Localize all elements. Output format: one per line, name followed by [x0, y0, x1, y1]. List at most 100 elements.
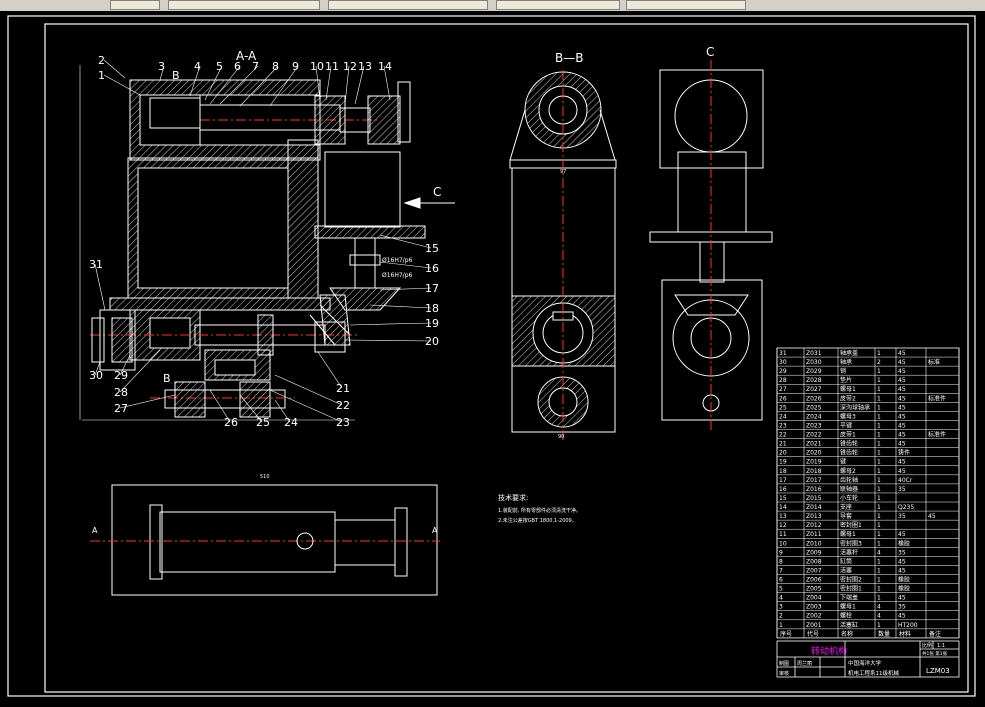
- bom-cell: Z028: [806, 377, 822, 384]
- drawn-by-label: 制图: [779, 660, 789, 667]
- bom-cell: 螺母1: [840, 385, 856, 393]
- mark-a-right: A: [432, 526, 438, 535]
- bom-cell: 26: [779, 395, 787, 402]
- bom-cell: 活塞缸: [840, 621, 858, 629]
- cad-drawing-canvas[interactable]: A-A C B B 12 3 4 5 6 7 8 9 10 11 12 13 1…: [0, 11, 985, 707]
- callout-number: 12: [343, 60, 357, 73]
- bom-cell: Z024: [806, 413, 822, 420]
- document-tab-4[interactable]: [626, 0, 746, 10]
- bom-cell: 40Cr: [898, 477, 913, 484]
- callout-number: 27: [114, 402, 128, 415]
- bom-cell: 1: [877, 368, 881, 375]
- bom-cell: 锥齿轮: [840, 449, 858, 457]
- bom-cell: 24: [779, 413, 787, 420]
- bom-cell: Z029: [806, 368, 822, 375]
- bom-cell: 15: [779, 495, 787, 502]
- callout-number: 16: [425, 262, 439, 275]
- bom-cell: 螺母2: [840, 467, 856, 475]
- tech-req-title: 技术要求:: [498, 493, 528, 502]
- dim-bb-bottom: 90: [558, 434, 564, 440]
- bom-cell: 10: [779, 540, 787, 547]
- bom-cell: 平键: [840, 421, 852, 429]
- bom-cell: 35: [898, 604, 906, 611]
- bom-cell: 18: [779, 468, 787, 475]
- bom-cell: Z013: [806, 513, 822, 520]
- callout-number: 31: [89, 258, 103, 271]
- bom-cell: 3: [779, 604, 783, 611]
- bom-cell: 1: [877, 432, 881, 439]
- bom-cell: 45: [898, 422, 906, 429]
- review-label: 审核: [779, 670, 789, 677]
- bom-cell: 密封圈3: [840, 539, 862, 547]
- bom-cell: 2: [877, 359, 881, 366]
- bom-cell: Z008: [806, 558, 822, 565]
- application-taskbar: [0, 0, 985, 11]
- bom-cell: 橡胶: [898, 585, 910, 593]
- school-line-2: 机电工程系11级机械: [848, 669, 899, 677]
- bom-cell: Q235: [898, 504, 914, 511]
- bom-cell: 11: [779, 531, 787, 538]
- bom-cell: 4: [779, 595, 783, 602]
- bom-cell: 28: [779, 377, 787, 384]
- bom-cell: 标准件: [928, 431, 946, 439]
- bom-cell: 45: [898, 386, 906, 393]
- bom-cell: 45: [898, 558, 906, 565]
- document-tab-3[interactable]: [496, 0, 620, 10]
- bom-cell: 45: [898, 350, 906, 357]
- bom-cell: 缸筒: [840, 557, 852, 565]
- sheet-count: 共1张 第1张: [922, 650, 948, 657]
- bom-cell: 轴承: [840, 358, 852, 366]
- bom-cell: 20: [779, 450, 787, 457]
- bom-cell: 35: [898, 549, 906, 556]
- ratio-label: 比例: [922, 642, 932, 649]
- bom-cell: Z027: [806, 386, 822, 393]
- bom-cell: 45: [898, 567, 906, 574]
- bom-cell: 轴承盖: [840, 349, 858, 357]
- bom-cell: 8: [779, 558, 783, 565]
- ratio-value: 1:1: [937, 643, 945, 649]
- bom-cell: 4: [877, 604, 881, 611]
- bom-cell: 45: [898, 359, 906, 366]
- bom-cell: 21: [779, 441, 787, 448]
- bom-cell: 橡胶: [898, 539, 910, 547]
- toolbar-icons[interactable]: [110, 0, 160, 10]
- bom-cell: 1: [877, 468, 881, 475]
- bom-cell: 螺栓: [840, 612, 852, 620]
- bom-cell: 1: [877, 486, 881, 493]
- bom-cell: 铸件: [898, 449, 910, 457]
- bom-cell: 45: [898, 531, 906, 538]
- bom-cell: 45: [898, 404, 906, 411]
- bom-cell: 31: [779, 350, 787, 357]
- tech-req-item-1: 1.装配前, 所有零部件必须清洗干净。: [498, 507, 581, 514]
- callout-number: 9: [292, 60, 299, 73]
- document-tab-1[interactable]: [168, 0, 320, 10]
- bom-cell: 1: [877, 567, 881, 574]
- bom-cell: 1: [877, 477, 881, 484]
- bom-cell: 5: [779, 586, 783, 593]
- bom-cell: 1: [877, 459, 881, 466]
- bom-header-cell: 数量: [878, 630, 890, 638]
- bom-cell: 45: [898, 413, 906, 420]
- bom-cell: 支座: [840, 503, 852, 511]
- bom-cell: 7: [779, 567, 783, 574]
- bom-cell: 16: [779, 486, 787, 493]
- school-line-1: 中国海洋大学: [848, 659, 882, 667]
- callout-number: 22: [336, 399, 350, 412]
- bom-cell: 螺母3: [840, 412, 856, 420]
- bom-cell: 螺母1: [840, 530, 856, 538]
- mark-b-bottom: B: [163, 372, 171, 385]
- bom-cell: 键: [840, 458, 846, 466]
- callout-number: 19: [425, 317, 439, 330]
- bom-cell: Z019: [806, 459, 822, 466]
- bom-cell: 12: [779, 522, 787, 529]
- bom-cell: Z030: [806, 359, 822, 366]
- bom-cell: 9: [779, 549, 783, 556]
- bom-cell: 1: [877, 495, 881, 502]
- callout-number: 18: [425, 302, 439, 315]
- bom-cell: 深沟球轴承: [840, 403, 870, 411]
- bom-cell: 35: [898, 486, 906, 493]
- bom-cell: 1: [877, 504, 881, 511]
- document-tab-2[interactable]: [328, 0, 488, 10]
- bom-cell: 销: [840, 367, 846, 375]
- bom-cell: Z015: [806, 495, 822, 502]
